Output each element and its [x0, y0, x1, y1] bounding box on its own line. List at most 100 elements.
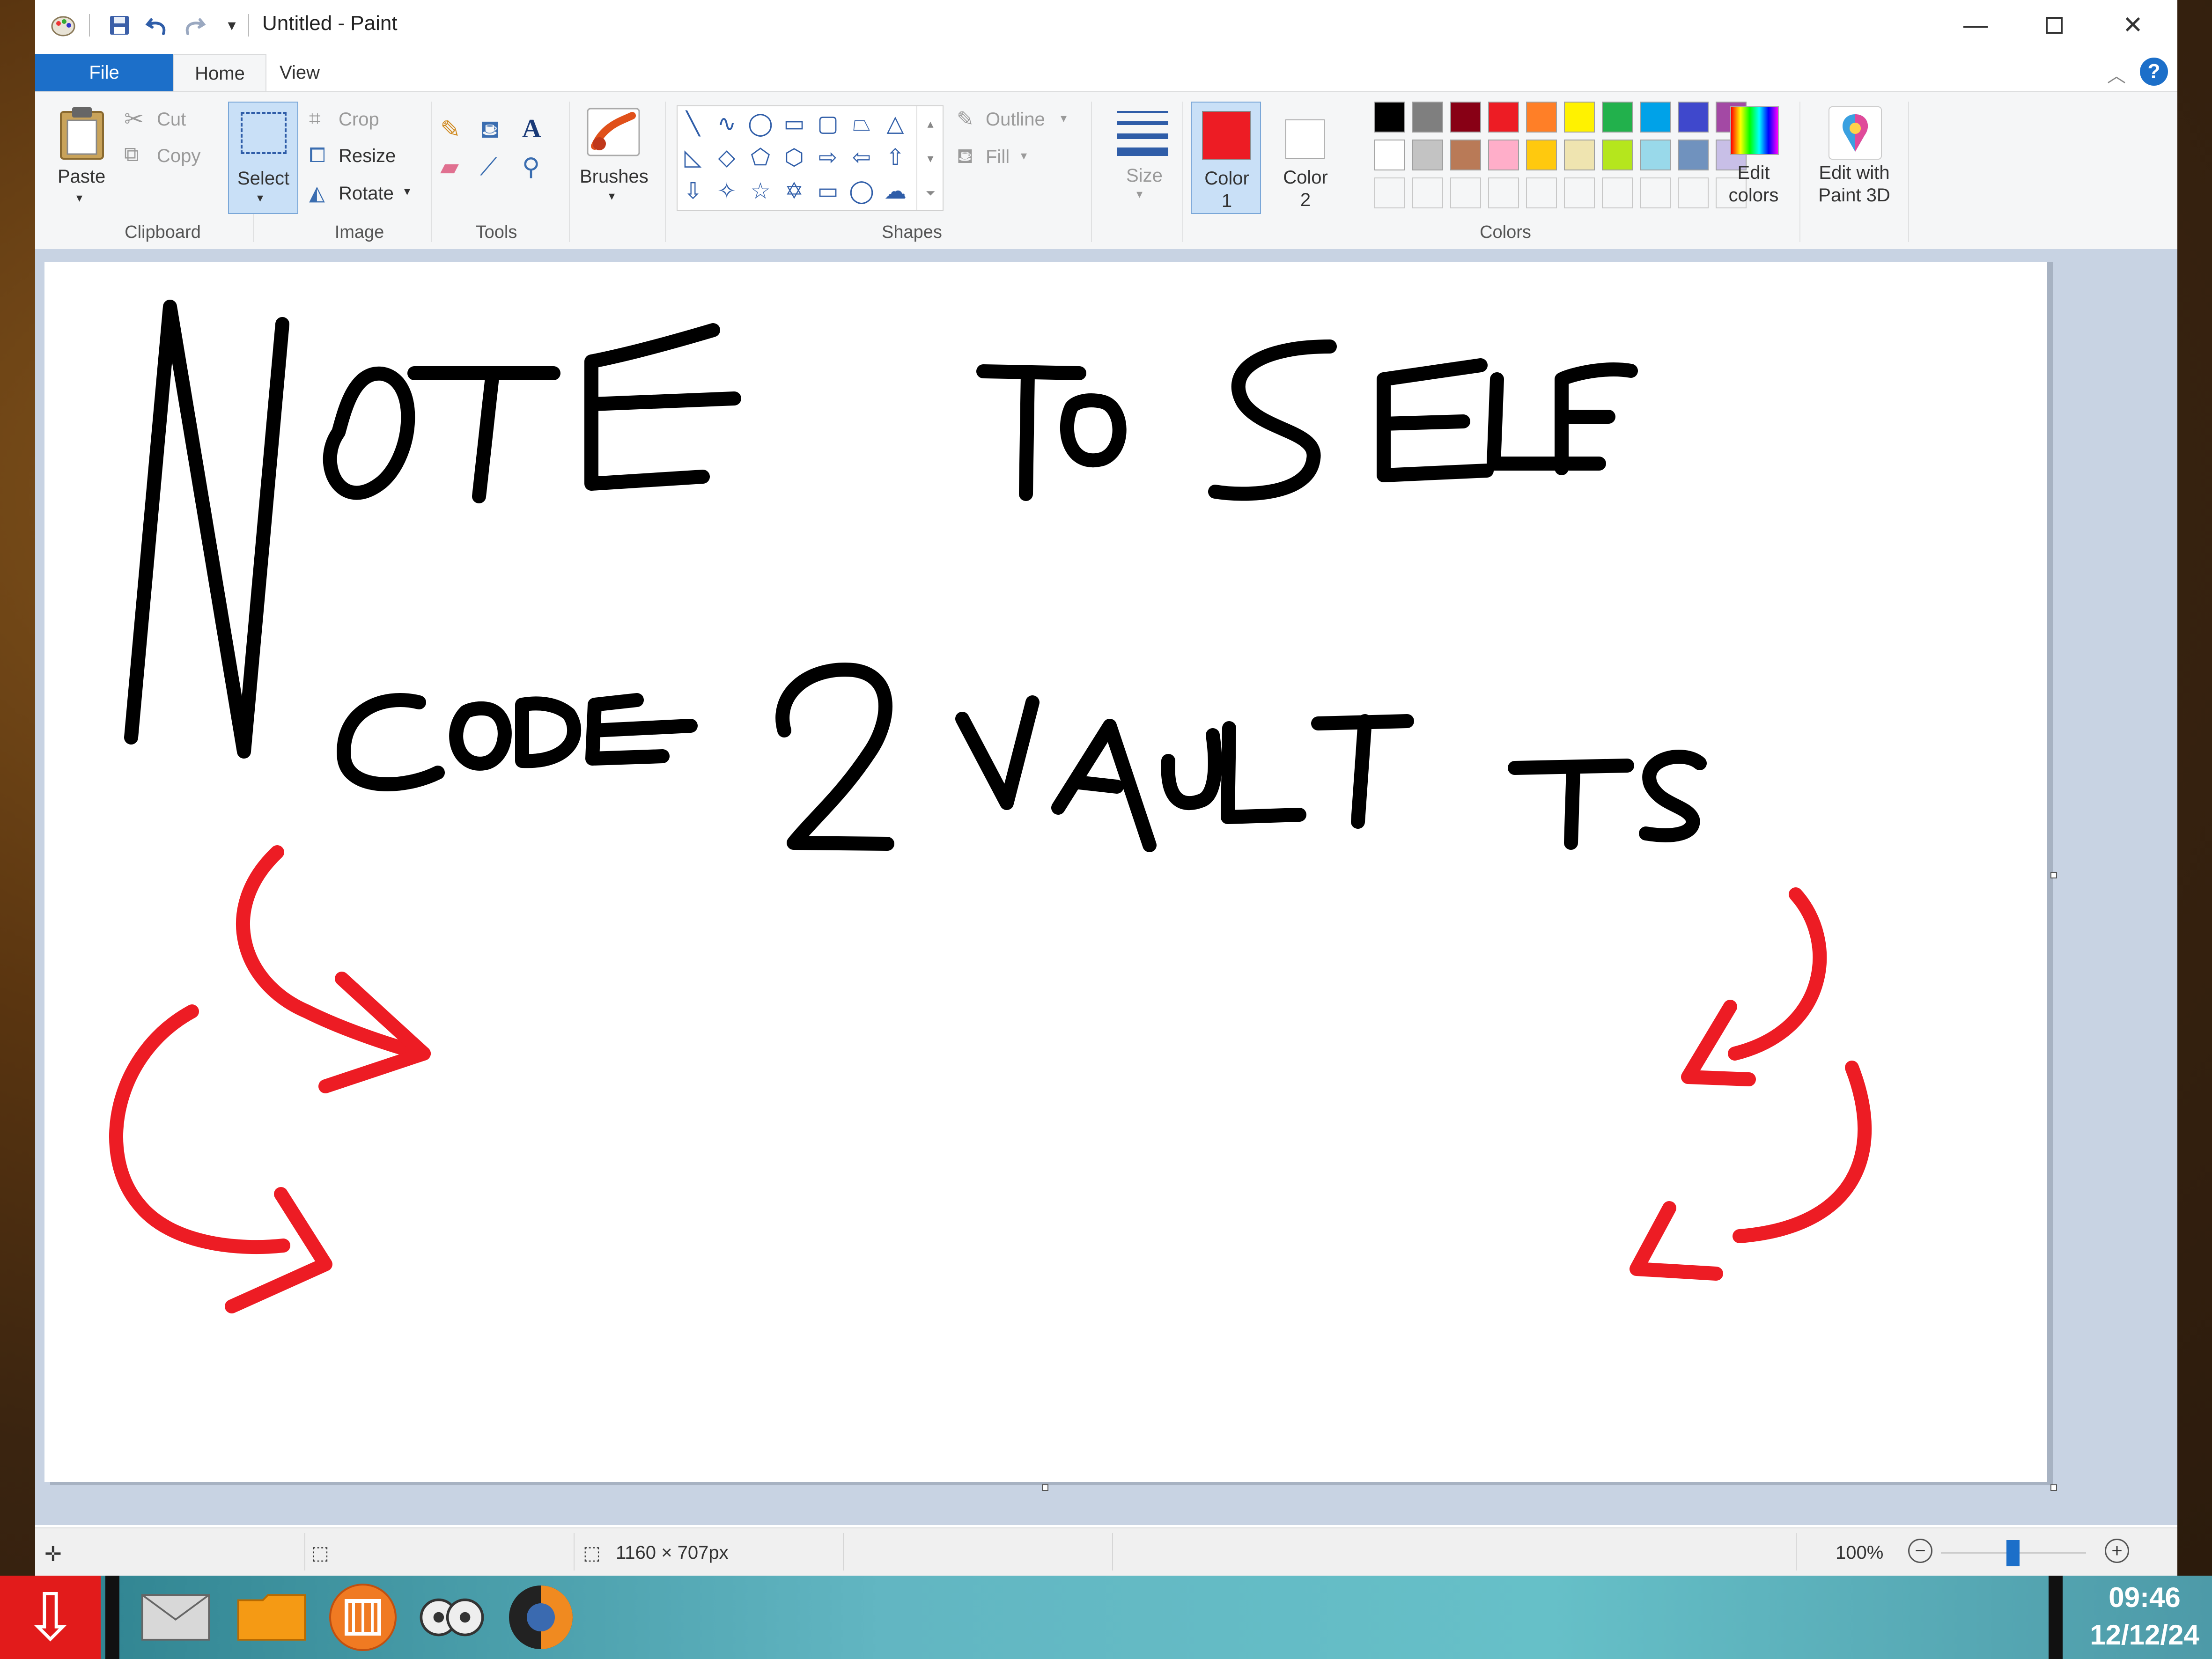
- clock-date[interactable]: 12/12/24: [2079, 1619, 2210, 1651]
- line-shape-icon[interactable]: ╲: [678, 108, 708, 139]
- game-icon[interactable]: [417, 1582, 487, 1652]
- close-button[interactable]: ✕: [2094, 0, 2172, 51]
- palette-swatch[interactable]: [1412, 140, 1443, 170]
- zoom-out-button[interactable]: −: [1908, 1539, 1932, 1563]
- resize-button[interactable]: Resize: [339, 146, 396, 167]
- edit-with-paint3d-button[interactable]: Edit with Paint 3D: [1805, 102, 1903, 214]
- rotate-dropdown-icon[interactable]: ▾: [404, 184, 410, 199]
- fill-bucket-icon[interactable]: ⛾: [480, 116, 500, 147]
- triangle-shape-icon[interactable]: △: [880, 108, 911, 139]
- rect-callout-shape-icon[interactable]: ▭: [812, 176, 843, 206]
- palette-swatch[interactable]: [1488, 102, 1519, 133]
- zoom-slider-thumb[interactable]: [2006, 1540, 2020, 1566]
- library-icon[interactable]: [328, 1582, 398, 1652]
- polygon-shape-icon[interactable]: ⏢: [846, 108, 877, 139]
- redo-icon[interactable]: [180, 11, 208, 39]
- resize-handle-corner[interactable]: [2050, 1484, 2057, 1491]
- palette-custom-slot[interactable]: [1564, 177, 1595, 208]
- palette-swatch[interactable]: [1526, 102, 1557, 133]
- palette-custom-slot[interactable]: [1450, 177, 1481, 208]
- palette-custom-slot[interactable]: [1488, 177, 1519, 208]
- rounded-rectangle-shape-icon[interactable]: ▢: [812, 108, 843, 139]
- brushes-dropdown-icon[interactable]: ▾: [609, 189, 615, 203]
- up-arrow-shape-icon[interactable]: ⇧: [880, 142, 911, 173]
- palette-swatch[interactable]: [1564, 140, 1595, 170]
- palette-custom-slot[interactable]: [1678, 177, 1709, 208]
- palette-swatch[interactable]: [1564, 102, 1595, 133]
- tab-home[interactable]: Home: [173, 54, 266, 92]
- undo-icon[interactable]: [143, 11, 171, 39]
- resize-handle-right[interactable]: [2050, 872, 2057, 878]
- oval-shape-icon[interactable]: ◯: [745, 108, 776, 139]
- color1-button[interactable]: Color 1: [1191, 102, 1261, 214]
- palette-swatch[interactable]: [1602, 140, 1633, 170]
- curve-shape-icon[interactable]: ∿: [711, 108, 742, 139]
- down-arrow-shape-icon[interactable]: ⇩: [678, 176, 708, 206]
- six-point-star-shape-icon[interactable]: ✡: [779, 176, 810, 206]
- palette-swatch[interactable]: [1450, 102, 1481, 133]
- palette-swatch[interactable]: [1412, 102, 1443, 133]
- select-button[interactable]: Select ▾: [228, 102, 298, 214]
- shapes-scroll[interactable]: ▴ ▾ ⏷: [916, 106, 944, 210]
- zoom-in-button[interactable]: +: [2105, 1539, 2129, 1563]
- customize-toolbar-icon[interactable]: ▾: [218, 11, 246, 39]
- palette-custom-slot[interactable]: [1526, 177, 1557, 208]
- fill-button[interactable]: Fill: [986, 147, 1010, 168]
- mail-icon[interactable]: [140, 1582, 211, 1652]
- five-point-star-shape-icon[interactable]: ☆: [745, 176, 776, 206]
- save-icon[interactable]: [105, 11, 133, 39]
- cut-button[interactable]: Cut: [157, 109, 186, 130]
- copy-button[interactable]: Copy: [157, 146, 200, 167]
- rectangle-shape-icon[interactable]: ▭: [779, 108, 810, 139]
- palette-swatch[interactable]: [1488, 140, 1519, 170]
- help-icon[interactable]: ?: [2140, 58, 2168, 86]
- folder-icon[interactable]: [236, 1582, 307, 1652]
- cloud-callout-shape-icon[interactable]: ☁: [880, 176, 911, 206]
- palette-custom-slot[interactable]: [1602, 177, 1633, 208]
- crop-button[interactable]: Crop: [339, 109, 379, 130]
- paste-dropdown-icon[interactable]: ▾: [76, 191, 82, 205]
- outline-dropdown-icon[interactable]: ▾: [1061, 111, 1067, 125]
- palette-swatch[interactable]: [1450, 140, 1481, 170]
- right-triangle-shape-icon[interactable]: ◺: [678, 142, 708, 173]
- maximize-button[interactable]: [2015, 0, 2094, 51]
- color2-button[interactable]: Color 2: [1270, 102, 1341, 214]
- four-point-star-shape-icon[interactable]: ✧: [711, 176, 742, 206]
- palette-swatch[interactable]: [1374, 140, 1405, 170]
- left-arrow-shape-icon[interactable]: ⇦: [846, 142, 877, 173]
- pencil-icon[interactable]: ✎: [440, 116, 461, 144]
- text-tool-icon[interactable]: A: [522, 114, 541, 144]
- rotate-button[interactable]: Rotate: [339, 183, 394, 204]
- palette-swatch[interactable]: [1602, 102, 1633, 133]
- eraser-icon[interactable]: ▰: [440, 153, 459, 181]
- palette-custom-slot[interactable]: [1640, 177, 1671, 208]
- right-arrow-shape-icon[interactable]: ⇨: [812, 142, 843, 173]
- collapse-ribbon-icon[interactable]: ︿: [2107, 60, 2126, 88]
- palette-custom-slot[interactable]: [1374, 177, 1405, 208]
- palette-swatch[interactable]: [1678, 102, 1709, 133]
- brushes-button[interactable]: [585, 106, 641, 158]
- palette-custom-slot[interactable]: [1412, 177, 1443, 208]
- edit-colors-button[interactable]: Edit colors: [1711, 102, 1796, 214]
- diamond-shape-icon[interactable]: ◇: [711, 142, 742, 173]
- drawing-canvas[interactable]: [44, 262, 2047, 1482]
- palette-swatch[interactable]: [1640, 102, 1671, 133]
- minimize-button[interactable]: —: [1936, 0, 2015, 51]
- hexagon-shape-icon[interactable]: ⬡: [779, 142, 810, 173]
- start-button[interactable]: ⇩: [0, 1576, 101, 1659]
- outline-button[interactable]: Outline: [986, 109, 1045, 130]
- palette-swatch[interactable]: [1374, 102, 1405, 133]
- paste-button[interactable]: [56, 105, 108, 164]
- pentagon-shape-icon[interactable]: ⬠: [745, 142, 776, 173]
- fill-dropdown-icon[interactable]: ▾: [1021, 148, 1027, 163]
- tab-view[interactable]: View: [265, 54, 335, 91]
- magnifier-icon[interactable]: ⚲: [522, 153, 540, 181]
- size-button[interactable]: Size ▾: [1107, 106, 1173, 205]
- media-player-icon[interactable]: [506, 1582, 576, 1652]
- oval-callout-shape-icon[interactable]: ◯: [846, 176, 877, 206]
- clock-time[interactable]: 09:46: [2079, 1581, 2210, 1614]
- resize-handle-bottom[interactable]: [1042, 1484, 1048, 1491]
- palette-swatch[interactable]: [1678, 140, 1709, 170]
- color-picker-icon[interactable]: ⟋: [480, 153, 497, 182]
- palette-swatch[interactable]: [1640, 140, 1671, 170]
